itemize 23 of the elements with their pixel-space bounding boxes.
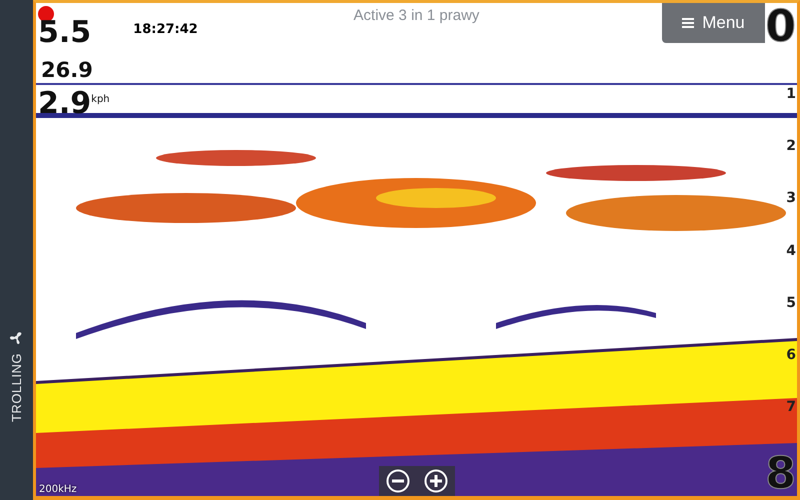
propeller-icon [9, 330, 24, 345]
depth-mark: 3 [786, 191, 796, 206]
depth-mark: 6 [786, 348, 796, 362]
depth-mark: 1 [786, 87, 796, 102]
menu-icon [682, 17, 694, 29]
record-dot-icon [38, 6, 54, 22]
mode-label[interactable]: TROLLING [9, 352, 24, 422]
speed-readout: 2.9 [38, 89, 92, 119]
frequency-label: 200kHz [39, 484, 77, 495]
depth-mark: 4 [786, 244, 796, 258]
temperature-readout: 26.9 [41, 60, 94, 81]
depth-readout: 5.5 [38, 18, 92, 48]
menu-button[interactable]: Menu [662, 3, 765, 43]
sonar-title: Active 3 in 1 prawy [354, 7, 480, 24]
depth-mark: 7 [786, 400, 796, 414]
clock-time: 18:27:42 [133, 22, 198, 37]
depth-mark: 8 [765, 452, 796, 496]
speed-unit: kph [91, 95, 110, 105]
depth-mark: 0 [765, 5, 796, 49]
zoom-out-icon[interactable] [386, 469, 410, 493]
zoom-in-icon[interactable] [424, 469, 448, 493]
depth-mark: 5 [786, 296, 796, 310]
depth-mark: 2 [786, 139, 796, 154]
